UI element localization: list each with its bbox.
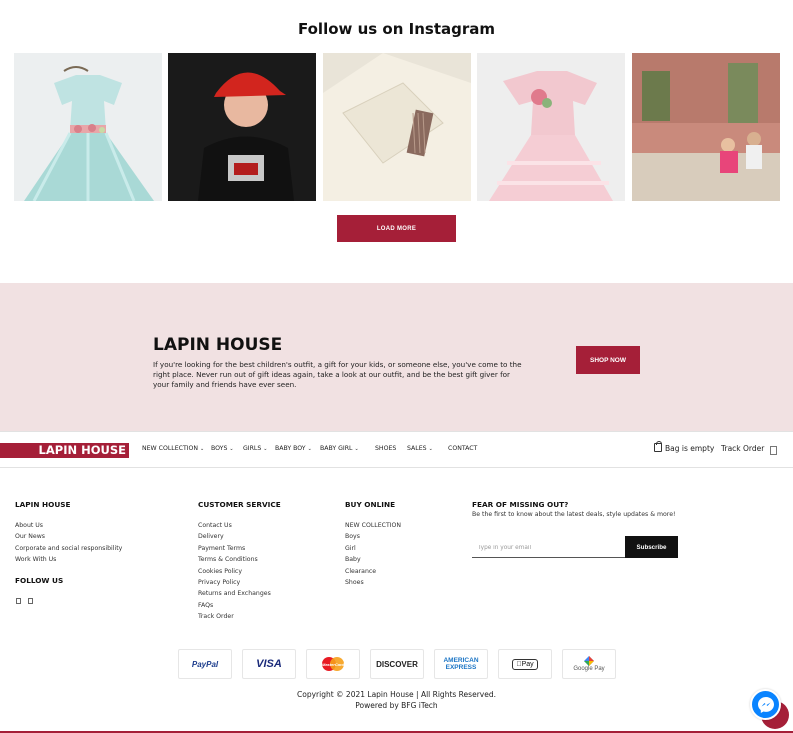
shopping-bag-icon xyxy=(654,441,662,452)
amex-badge: AMERICAN EXPRESS xyxy=(434,649,488,679)
footer-link[interactable]: Delivery xyxy=(198,531,271,542)
nav-girls[interactable]: GIRLS ⌄ xyxy=(243,445,268,452)
messenger-chat-button[interactable] xyxy=(750,689,781,720)
applepay-label: Pay xyxy=(518,660,534,668)
banner-text: If you're looking for the best children'… xyxy=(153,360,522,389)
follow-us-title: FOLLOW US xyxy=(15,576,64,585)
girls-street-photo xyxy=(632,53,780,201)
footer-link[interactable]: Boys xyxy=(345,531,401,542)
amex-line-1: AMERICAN xyxy=(443,657,479,664)
footer-link[interactable]: Work With Us xyxy=(15,554,122,565)
newsletter-text: Be the first to know about the latest de… xyxy=(472,511,676,518)
footer-link[interactable]: NEW COLLECTION xyxy=(345,520,401,531)
dress-mint-photo xyxy=(14,53,162,201)
google-pay-icon xyxy=(584,656,594,666)
googlepay-badge: Google Pay xyxy=(562,649,616,679)
footer-col-customer-service-links: Contact Us Delivery Payment Terms Terms … xyxy=(198,520,271,623)
instagram-photo-4[interactable] xyxy=(477,53,625,201)
chevron-down-icon: ⌄ xyxy=(200,446,205,452)
nav-contact[interactable]: CONTACT xyxy=(448,445,477,452)
track-order-link[interactable]: Track Order xyxy=(721,444,764,453)
googlepay-label: Google Pay xyxy=(573,666,605,672)
instagram-photo-3[interactable] xyxy=(323,53,471,201)
visa-label: VISA xyxy=(256,658,282,670)
paypal-badge: PayPal xyxy=(178,649,232,679)
paypal-label: PayPal xyxy=(191,659,219,669)
bag-button[interactable]: Bag is empty xyxy=(654,441,714,453)
applepay-mark: Pay xyxy=(512,658,538,670)
footer-link[interactable]: Privacy Policy xyxy=(198,577,271,588)
newsletter-title: FEAR OF MISSING OUT? xyxy=(472,500,569,509)
instagram-icon[interactable] xyxy=(28,598,33,604)
instagram-photo-1[interactable] xyxy=(14,53,162,201)
chevron-down-icon: ⌄ xyxy=(263,446,268,452)
copyright-text: Copyright © 2021 Lapin House | All Right… xyxy=(297,690,496,699)
footer-col-lapin-house-links: About Us Our News Corporate and social r… xyxy=(15,520,122,566)
instagram-photo-2[interactable] xyxy=(168,53,316,201)
nav-shoes[interactable]: SHOES xyxy=(375,445,396,452)
footer-link[interactable]: Track Order xyxy=(198,611,271,622)
footer-col-buy-online-links: NEW COLLECTION Boys Girl Baby Clearance … xyxy=(345,520,401,588)
chevron-down-icon: ⌄ xyxy=(354,446,359,452)
footer-link[interactable]: FAQs xyxy=(198,600,271,611)
footer-link[interactable]: Contact Us xyxy=(198,520,271,531)
footer-col-buy-online-title: BUY ONLINE xyxy=(345,500,396,509)
logo[interactable]: LAPIN HOUSE xyxy=(0,443,129,458)
dress-pink-photo xyxy=(477,53,625,201)
chevron-down-icon: ⌄ xyxy=(229,446,234,452)
footer-link[interactable]: Payment Terms xyxy=(198,543,271,554)
subscribe-button[interactable]: Subscribe xyxy=(625,536,678,558)
boy-helmet-photo xyxy=(168,53,316,201)
nav-new-collection[interactable]: NEW COLLECTION ⌄ xyxy=(142,445,204,452)
chevron-down-icon: ⌄ xyxy=(428,446,433,452)
footer-link[interactable]: Returns and Exchanges xyxy=(198,588,271,599)
promo-banner: LAPIN HOUSE If you're looking for the be… xyxy=(0,283,793,431)
amex-line-2: EXPRESS xyxy=(445,664,477,671)
footer-link[interactable]: Clearance xyxy=(345,566,401,577)
facebook-icon[interactable] xyxy=(16,598,21,604)
footer-link[interactable]: Our News xyxy=(15,531,122,542)
visa-badge: VISA xyxy=(242,649,296,679)
powered-by-text[interactable]: Powered by BFG iTech xyxy=(0,701,793,710)
footer-link[interactable]: Girl xyxy=(345,543,401,554)
chevron-down-icon: ⌄ xyxy=(307,446,312,452)
footer-col-customer-service-title: CUSTOMER SERVICE xyxy=(198,500,281,509)
messenger-icon xyxy=(757,696,774,713)
footer-link[interactable]: Cookies Policy xyxy=(198,566,271,577)
footer-link[interactable]: Terms & Conditions xyxy=(198,554,271,565)
discover-badge: DISCOVER xyxy=(370,649,424,679)
nav-sales[interactable]: SALES ⌄ xyxy=(407,445,433,452)
footer-link[interactable]: Corporate and social responsibility xyxy=(15,543,122,554)
mastercard-badge: MasterCard xyxy=(306,649,360,679)
instagram-photo-5[interactable] xyxy=(632,53,780,201)
mastercard-label: MasterCard xyxy=(321,661,344,667)
instagram-title: Follow us on Instagram xyxy=(297,20,495,38)
footer-link[interactable]: About Us xyxy=(15,520,122,531)
nav-baby-girl[interactable]: BABY GIRL ⌄ xyxy=(320,445,359,452)
footer-col-lapin-house-title: LAPIN HOUSE xyxy=(15,500,71,509)
banner-title: LAPIN HOUSE xyxy=(153,335,283,355)
load-more-button[interactable]: LOAD MORE xyxy=(337,215,456,242)
nav-baby-boy[interactable]: BABY BOY ⌄ xyxy=(275,445,312,452)
shop-now-button[interactable]: SHOP NOW xyxy=(576,346,640,374)
footer-link[interactable]: Shoes xyxy=(345,577,401,588)
discover-label: DISCOVER xyxy=(376,659,418,669)
applepay-badge: Pay xyxy=(498,649,552,679)
footer-link[interactable]: Baby xyxy=(345,554,401,565)
main-nav: LAPIN HOUSE NEW COLLECTION ⌄ BOYS ⌄ GIRLS ⌄… xyxy=(0,431,793,468)
email-input[interactable] xyxy=(472,538,625,558)
white-shirt-photo xyxy=(323,53,471,201)
nav-boys[interactable]: BOYS ⌄ xyxy=(211,445,234,452)
cart-icon[interactable] xyxy=(770,446,777,455)
amex-text: AMERICAN EXPRESS xyxy=(443,657,478,671)
